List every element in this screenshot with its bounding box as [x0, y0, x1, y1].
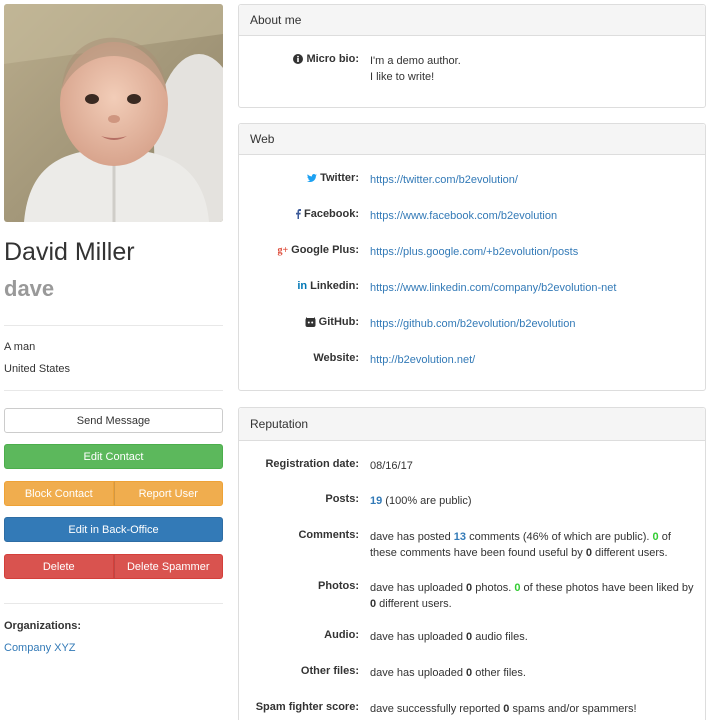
- other-files-label: Other files:: [300, 665, 359, 677]
- report-user-button[interactable]: Report User: [113, 481, 223, 506]
- googleplus-link[interactable]: https://plus.google.com/+b2evolution/pos…: [370, 244, 700, 260]
- user-full-name: David Miller: [4, 238, 135, 266]
- divider: [4, 325, 223, 326]
- facebook-label: Facebook:: [295, 208, 359, 220]
- delete-actions-group: Delete Delete Spammer: [4, 554, 223, 579]
- spam-score-label: Spam fighter score:: [255, 701, 359, 713]
- photos-label: Photos:: [318, 580, 359, 592]
- audio-label: Audio:: [324, 629, 359, 641]
- about-me-panel: About me Micro bio: I'm a demo author. I…: [238, 4, 706, 108]
- reputation-heading: Reputation: [239, 408, 705, 441]
- divider: [4, 603, 223, 604]
- profile-avatar[interactable]: [4, 4, 223, 222]
- github-link[interactable]: https://github.com/b2evolution/b2evoluti…: [370, 316, 700, 332]
- user-gender: A man: [4, 341, 36, 353]
- send-message-button[interactable]: Send Message: [4, 408, 223, 433]
- twitter-icon: [307, 173, 318, 183]
- posts-count-link[interactable]: 19: [370, 495, 382, 507]
- web-heading: Web: [239, 124, 705, 155]
- comments-label: Comments:: [298, 529, 359, 541]
- registration-label: Registration date:: [265, 458, 359, 470]
- edit-backoffice-button[interactable]: Edit in Back-Office: [4, 517, 223, 542]
- github-label: GitHub:: [305, 316, 359, 328]
- micro-bio-value: I'm a demo author. I like to write!: [370, 55, 461, 83]
- user-login: dave: [4, 276, 55, 301]
- website-link[interactable]: http://b2evolution.net/: [370, 352, 700, 368]
- profile-sidebar: David Miller dave A man United States Se…: [4, 4, 223, 656]
- facebook-icon: [295, 209, 301, 219]
- google-plus-icon: g+: [277, 244, 289, 256]
- linkedin-icon: in: [297, 280, 308, 292]
- block-contact-button[interactable]: Block Contact: [4, 481, 114, 506]
- spam-score-value: dave successfully reported 0 spams and/o…: [370, 703, 637, 715]
- organizations-title: Organizations:: [4, 620, 82, 632]
- posts-label: Posts:: [325, 493, 359, 505]
- edit-contact-button[interactable]: Edit Contact: [4, 444, 223, 469]
- comments-value: dave has posted 13 comments (46% of whic…: [370, 531, 671, 559]
- github-icon: [305, 317, 316, 327]
- audio-value: dave has uploaded 0 audio files.: [370, 631, 528, 643]
- micro-bio-label: Micro bio:: [293, 53, 359, 65]
- twitter-link[interactable]: https://twitter.com/b2evolution/: [370, 172, 700, 188]
- facebook-link[interactable]: https://www.facebook.com/b2evolution: [370, 208, 700, 224]
- other-files-value: dave has uploaded 0 other files.: [370, 667, 526, 679]
- linkedin-link[interactable]: https://www.linkedin.com/company/b2evolu…: [370, 280, 700, 296]
- googleplus-label: g+ Google Plus:: [277, 244, 359, 256]
- delete-button[interactable]: Delete: [4, 554, 114, 579]
- comments-count-link[interactable]: 13: [454, 531, 466, 543]
- photos-value: dave has uploaded 0 photos. 0 of these p…: [370, 582, 694, 610]
- organization-link[interactable]: Company XYZ: [4, 640, 223, 656]
- divider: [4, 390, 223, 391]
- delete-spammer-button[interactable]: Delete Spammer: [113, 554, 223, 579]
- contact-actions-group: Block Contact Report User: [4, 481, 223, 506]
- about-me-heading: About me: [239, 5, 705, 36]
- twitter-label: Twitter:: [307, 172, 359, 184]
- user-country: United States: [4, 363, 71, 375]
- registration-value: 08/16/17: [370, 460, 413, 472]
- reputation-panel: Reputation Registration date: 08/16/17 P…: [238, 407, 706, 720]
- linkedin-label: in Linkedin:: [297, 280, 359, 292]
- web-panel: Web Twitter: https://twitter.com/b2evolu…: [238, 123, 706, 391]
- info-circle-icon: [293, 54, 304, 64]
- posts-value: 19 (100% are public): [370, 495, 472, 507]
- website-label: Website:: [313, 352, 359, 364]
